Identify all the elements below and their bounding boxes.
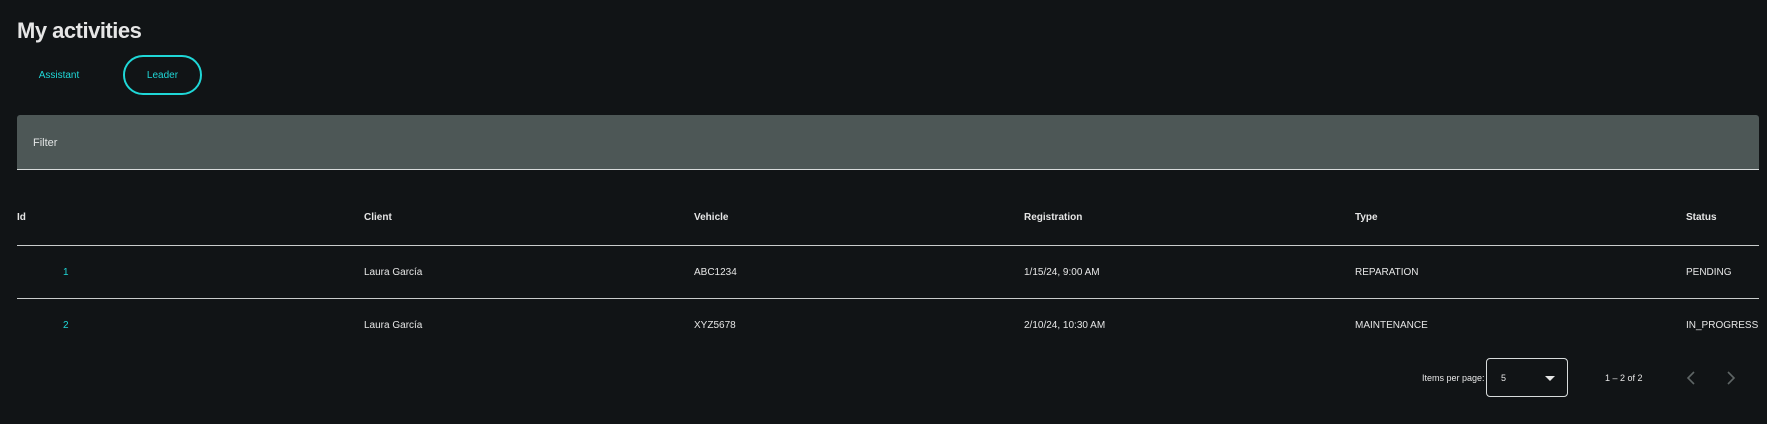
cell-type: REPARATION	[1355, 245, 1686, 299]
page-title: My activities	[17, 18, 142, 43]
header-status: Status	[1686, 190, 1759, 246]
items-per-page-label: Items per page:	[1422, 373, 1485, 383]
chevron-left-icon	[1686, 371, 1695, 385]
next-page-button[interactable]	[1717, 364, 1745, 392]
paginator: Items per page: 5 1 – 2 of 2	[0, 358, 1767, 398]
cell-client: Laura García	[364, 319, 423, 331]
header-registration: Registration	[1024, 190, 1355, 246]
tab-assistant[interactable]: Assistant	[17, 55, 101, 95]
chevron-right-icon	[1727, 371, 1736, 385]
header-vehicle: Vehicle	[694, 190, 1024, 246]
page-range-label: 1 – 2 of 2	[1605, 373, 1643, 383]
cell-registration: 2/10/24, 10:30 AM	[1024, 319, 1106, 331]
header-id: Id	[17, 190, 364, 246]
cell-status: PENDING	[1686, 245, 1759, 299]
header-type: Type	[1355, 190, 1686, 246]
tab-leader[interactable]: Leader	[123, 55, 202, 95]
activities-table: Id Client Vehicle Registration Type Stat…	[17, 190, 1759, 351]
header-client: Client	[364, 190, 694, 246]
cell-client: Laura García	[364, 245, 694, 299]
items-per-page-select[interactable]: 5	[1486, 358, 1568, 397]
previous-page-button[interactable]	[1677, 364, 1705, 392]
caret-down-icon	[1545, 376, 1555, 381]
activity-id-link[interactable]: 1	[17, 267, 69, 278]
cell-vehicle: ABC1234	[694, 245, 1024, 299]
activities-page: My activities Assistant Leader Filter Id…	[0, 0, 1767, 424]
cell-type: MAINTENANCE	[1355, 319, 1428, 331]
activity-id-link[interactable]: 2	[17, 320, 69, 331]
items-per-page-value: 5	[1501, 373, 1507, 383]
filter-panel[interactable]: Filter	[17, 115, 1759, 170]
cell-status: IN_PROGRESS	[1686, 319, 1759, 331]
cell-id: 2	[17, 299, 364, 352]
table-row[interactable]: 2 Laura García XYZ5678 2/10/24, 10:30 AM…	[17, 299, 1759, 352]
cell-registration: 1/15/24, 9:00 AM	[1024, 245, 1355, 299]
cell-id: 1	[17, 245, 364, 299]
filter-label: Filter	[33, 137, 58, 149]
table-header-row: Id Client Vehicle Registration Type Stat…	[17, 190, 1759, 246]
table-row[interactable]: 1 Laura García ABC1234 1/15/24, 9:00 AM …	[17, 245, 1759, 299]
cell-vehicle: XYZ5678	[694, 319, 736, 331]
